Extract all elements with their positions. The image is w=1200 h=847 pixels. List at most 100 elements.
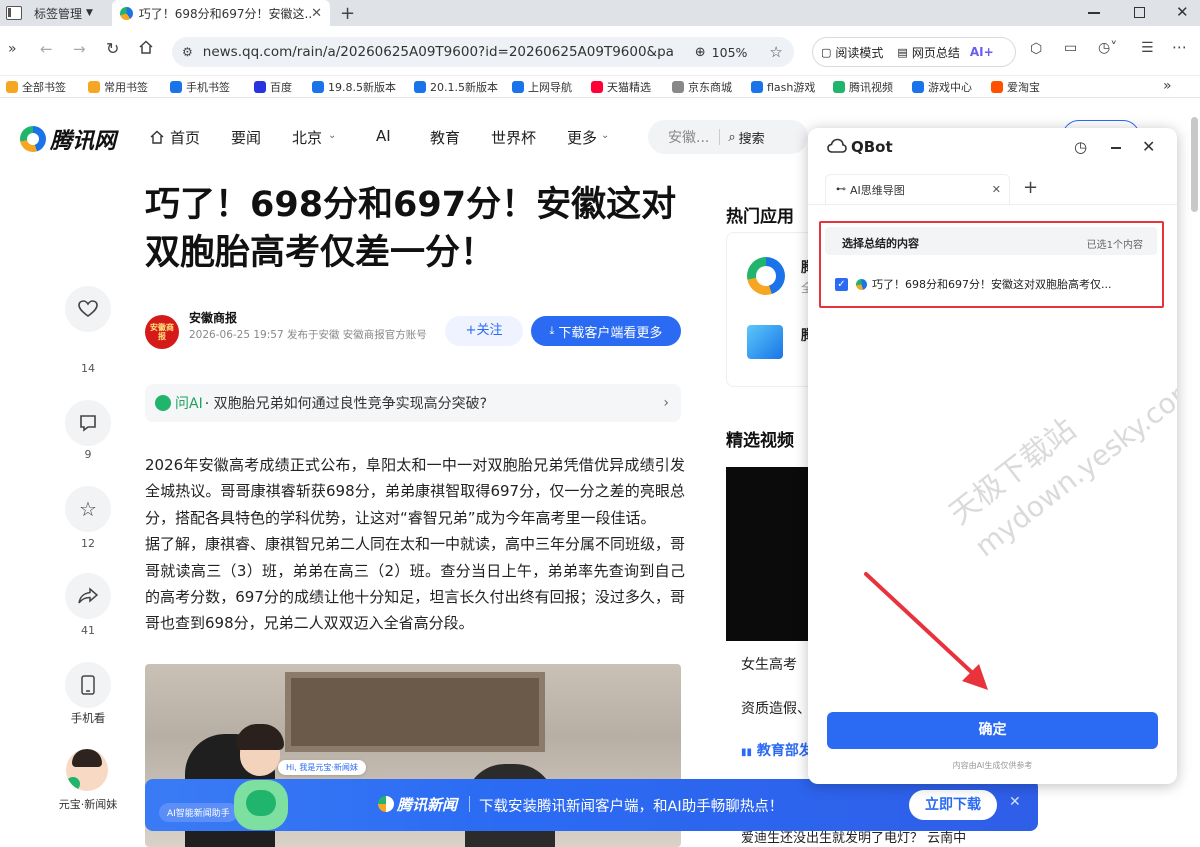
bookmark-item[interactable]: 游戏中心 [912,79,972,95]
qbot-close-icon[interactable]: ✕ [1142,137,1155,156]
expand-icon[interactable]: » [8,41,17,57]
qbot-tab[interactable]: ⊷ AI思维导图 ✕ [825,174,1010,204]
bookmark-favicon-icon [672,81,684,93]
bookmark-item[interactable]: 常用书签 [88,79,148,95]
news-item-1[interactable]: 女生高考 [741,654,797,674]
bookmark-item[interactable]: 全部书签 [6,79,66,95]
selected-count: 已选1个内容 [1086,240,1143,251]
download-client-button[interactable]: ⤓ 下载客户端看更多 [531,316,681,346]
minimize-icon[interactable] [1088,12,1100,14]
tab-management-button[interactable]: 标签管理 ▼ [34,0,108,26]
author-avatar[interactable]: 安徽商报 [145,315,179,349]
share-icon [78,587,98,604]
ai-pc-app-icon[interactable] [747,325,783,359]
bookmark-item[interactable]: 京东商城 [672,79,732,95]
site-search[interactable]: 安徽... ⌕ 搜索 [648,120,808,154]
sidebar-toggle-icon[interactable] [6,6,22,20]
yuanbao-avatar[interactable] [66,749,108,791]
bookmark-item[interactable]: 爱淘宝 [991,79,1040,95]
tencent-logo-icon [20,126,46,152]
nav-yaowen[interactable]: 要闻 [231,127,261,148]
bookmark-item[interactable]: 19.8.5新版本 [312,79,396,95]
bookmark-item[interactable]: flash游戏 [751,79,815,95]
bookmark-label: flash游戏 [767,81,816,94]
comment-button[interactable] [65,400,111,446]
close-window-icon[interactable]: ✕ [1176,3,1189,21]
qbot-new-tab-icon[interactable]: + [1023,177,1038,198]
nav-home[interactable]: 首页 [170,127,200,148]
bookmark-favicon-icon [991,81,1003,93]
like-button[interactable] [65,286,111,332]
share-button[interactable] [65,573,111,619]
bookmark-favicon-icon [254,81,266,93]
nav-worldcup[interactable]: 世界杯 [491,127,536,148]
nav-home-icon [150,130,164,144]
author-name[interactable]: 安徽商报 [189,309,237,326]
ai-plus-label[interactable]: AI+ [970,45,994,59]
qbot-minimize-icon[interactable] [1111,147,1121,149]
banner-download-button[interactable]: 立即下载 [909,790,997,820]
bookmark-item[interactable]: 手机书签 [170,79,230,95]
like-count: 14 [81,362,95,375]
reading-mode-button[interactable]: ▢ 阅读模式 ▤ 网页总结 AI+ [812,37,1016,67]
item-checkbox[interactable]: ✓ [835,277,848,291]
nav-more[interactable]: 更多 [567,127,597,148]
qbot-tab-close-icon[interactable]: ✕ [992,183,1001,196]
cloud-icon [827,138,847,154]
bookmark-favicon-icon [912,81,924,93]
address-bar[interactable]: ⚙ news.qq.com/rain/a/20260625A09T9600?id… [172,37,794,67]
page-scrollbar[interactable] [1191,117,1198,212]
page-summary-label[interactable]: 网页总结 [912,44,960,61]
back-icon[interactable]: ← [40,40,53,58]
history-icon[interactable]: ◷˅ [1098,40,1117,56]
featured-video-player[interactable] [726,467,816,641]
tencent-news-app-icon[interactable] [747,257,785,295]
news-item-2[interactable]: 资质造假、 [741,698,811,718]
extensions-icon[interactable]: ⬡ [1030,41,1042,57]
nav-education[interactable]: 教育 [430,127,460,148]
home-icon[interactable] [139,40,153,54]
new-tab-icon[interactable]: + [340,3,355,24]
news-item-3-label: 教育部发 [756,743,813,759]
favorite-button[interactable]: ☆ [65,486,111,532]
site-logo[interactable]: 腾讯网 [20,123,116,155]
qbot-history-icon[interactable]: ◷ [1074,138,1087,156]
news-item-3[interactable]: ▮▮ 教育部发 [741,740,813,760]
search-button[interactable]: 搜索 [739,128,765,147]
nav-ai[interactable]: AI [376,127,391,145]
bookmark-label: 上网导航 [528,81,572,94]
menu-icon[interactable]: ☰ [1141,40,1154,56]
bookmark-item[interactable]: 百度 [254,79,292,95]
bookmark-item[interactable]: 20.1.5新版本 [414,79,498,95]
yuanbao-label: 元宝·新闻妹 [58,798,118,811]
maximize-icon[interactable] [1134,7,1145,18]
banner-close-icon[interactable]: ✕ [1009,794,1021,810]
qbot-panel: QBot ◷ ✕ ⊷ AI思维导图 ✕ + 选择总结的内容 已选1个内容 ✓ 巧… [808,128,1177,784]
follow-button[interactable]: +关注 [445,316,523,346]
forward-icon[interactable]: → [73,40,86,58]
chevron-down-icon: ⌄ [601,130,610,141]
star-icon[interactable]: ☆ [769,43,782,61]
search-input[interactable]: 安徽... [668,127,709,147]
nav-beijing[interactable]: 北京 [292,127,322,148]
bookmark-item[interactable]: 天猫精选 [591,79,651,95]
reload-icon[interactable]: ↻ [106,39,119,58]
content-item[interactable]: ✓ 巧了！698分和697分！安徽这对双胞胎高考仅... [835,275,1157,293]
mobile-view-button[interactable] [65,662,111,708]
close-tab-icon[interactable]: ✕ [311,6,322,21]
folder-icon[interactable]: ▭ [1064,40,1077,56]
bookmarks-more-icon[interactable]: » [1163,78,1172,94]
search-icon[interactable]: ⌕ [728,130,735,145]
zoom-level[interactable]: 105% [712,45,748,60]
favorite-count: 12 [81,537,95,550]
bookmark-item[interactable]: 上网导航 [512,79,572,95]
site-settings-icon[interactable]: ⚙ [182,45,193,59]
ask-ai-bar[interactable]: 问AI · 双胞胎兄弟如何通过良性竞争实现高分突破? › [145,384,681,422]
zoom-icon[interactable]: ⊕ [695,45,706,60]
bookmark-item[interactable]: 腾讯视频 [833,79,893,95]
bookmark-label: 常用书签 [104,81,148,94]
confirm-button[interactable]: 确定 [827,712,1158,749]
tab-active[interactable]: 巧了！698分和697分！安徽这... ✕ [112,0,330,26]
yuanbao-icon [155,395,171,411]
more-icon[interactable]: ⋯ [1172,38,1187,56]
